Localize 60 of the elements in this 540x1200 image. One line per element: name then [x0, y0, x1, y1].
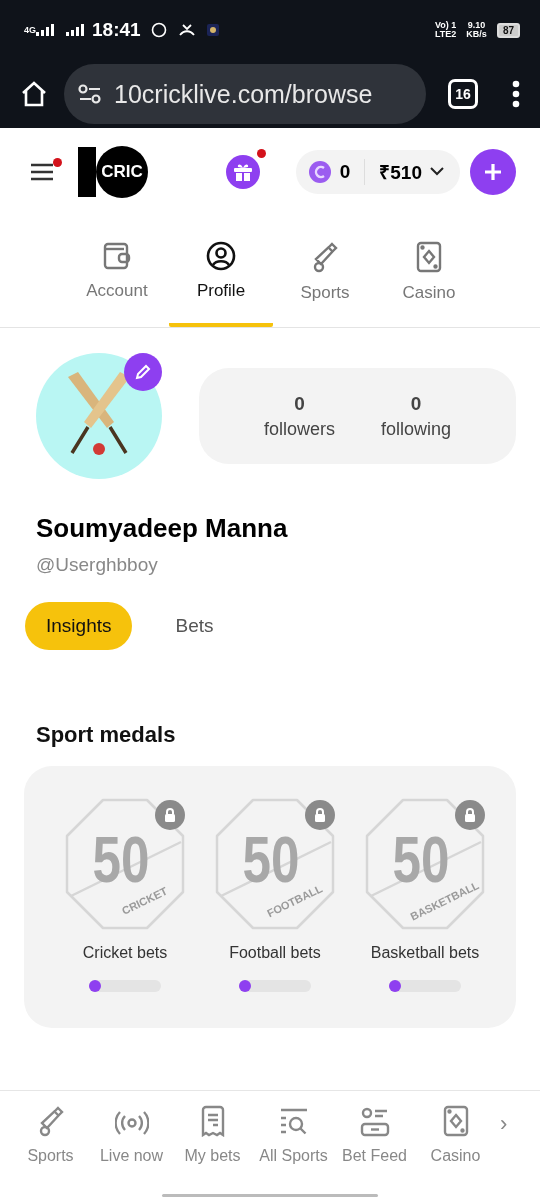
- medal-label: Basketball bets: [370, 944, 480, 962]
- address-bar[interactable]: 10cricklive.com/browse: [64, 64, 426, 124]
- site-settings-icon[interactable]: [78, 83, 102, 105]
- broadcast-icon: [114, 1109, 149, 1137]
- nav-item[interactable]: All Sports: [253, 1105, 334, 1165]
- gift-button[interactable]: [225, 154, 260, 189]
- playing-card-icon: [442, 1105, 469, 1137]
- nav-item[interactable]: Live now: [91, 1105, 172, 1165]
- coin-icon: [307, 159, 332, 184]
- balance-button[interactable]: 0 ₹510: [295, 149, 460, 194]
- plus-icon[interactable]: [484, 162, 502, 181]
- stat-label: followers: [263, 418, 335, 440]
- account-tab[interactable]: Sports: [273, 215, 377, 327]
- section-title: Sport medals: [36, 722, 177, 748]
- volte-indicator: Vo) 1 LTE2: [435, 21, 457, 39]
- medal-label: Football bets: [229, 944, 321, 962]
- account-tab[interactable]: Casino: [377, 215, 481, 327]
- url-text: 10cricklive.com/browse: [114, 79, 373, 109]
- tab-count[interactable]: 16: [448, 79, 478, 109]
- nav-item[interactable]: Casino: [415, 1105, 496, 1165]
- nav-item[interactable]: Bet Feed: [334, 1105, 415, 1165]
- nav-item[interactable]: My bets: [172, 1105, 253, 1165]
- view-tab[interactable]: Bets: [154, 602, 235, 650]
- stat-count: 0: [294, 392, 305, 415]
- receipt-icon: [199, 1105, 226, 1137]
- lock-icon: [464, 808, 476, 822]
- user-handle: @Userghbboy: [36, 554, 159, 576]
- lock-icon: [314, 808, 326, 822]
- account-tab[interactable]: Account: [65, 215, 169, 327]
- more-options-icon[interactable]: [512, 80, 520, 108]
- signal-icon: [36, 24, 56, 36]
- lock-icon: [164, 808, 176, 822]
- deposit-button[interactable]: [470, 148, 516, 195]
- balance-amount: ₹510: [379, 160, 422, 185]
- playing-card-icon: [416, 241, 442, 273]
- bet-feed-icon: [359, 1107, 390, 1137]
- edit-avatar-button[interactable]: [124, 353, 162, 391]
- app-icon: [206, 24, 219, 36]
- view-tab[interactable]: Insights: [25, 602, 133, 650]
- network-speed: 9.10 KB/s: [466, 21, 487, 39]
- clock-time: 18:41: [92, 19, 141, 41]
- wallet-icon: [103, 241, 131, 271]
- nav-item[interactable]: Sports: [10, 1105, 91, 1165]
- pencil-icon[interactable]: [135, 364, 151, 380]
- user-name: Soumyadeep Manna: [36, 513, 289, 544]
- user-icon: [206, 241, 236, 271]
- chevron-down-icon: [430, 167, 444, 176]
- home-icon[interactable]: [20, 80, 48, 108]
- menu-button[interactable]: [30, 161, 56, 182]
- stat-count: 0: [410, 392, 422, 415]
- battery-level: 87: [496, 22, 520, 38]
- medal-label: Cricket bets: [82, 944, 168, 962]
- stat-label: following: [381, 418, 452, 440]
- scroll-right-arrow[interactable]: ›: [500, 1111, 508, 1200]
- signal-icon: [66, 24, 86, 36]
- account-tab[interactable]: Profile: [169, 215, 273, 327]
- coin-count: 0: [339, 160, 351, 183]
- logo-text: CRIC: [101, 161, 143, 182]
- missed-call-icon: [178, 23, 195, 37]
- network-type: 4G: [24, 25, 36, 35]
